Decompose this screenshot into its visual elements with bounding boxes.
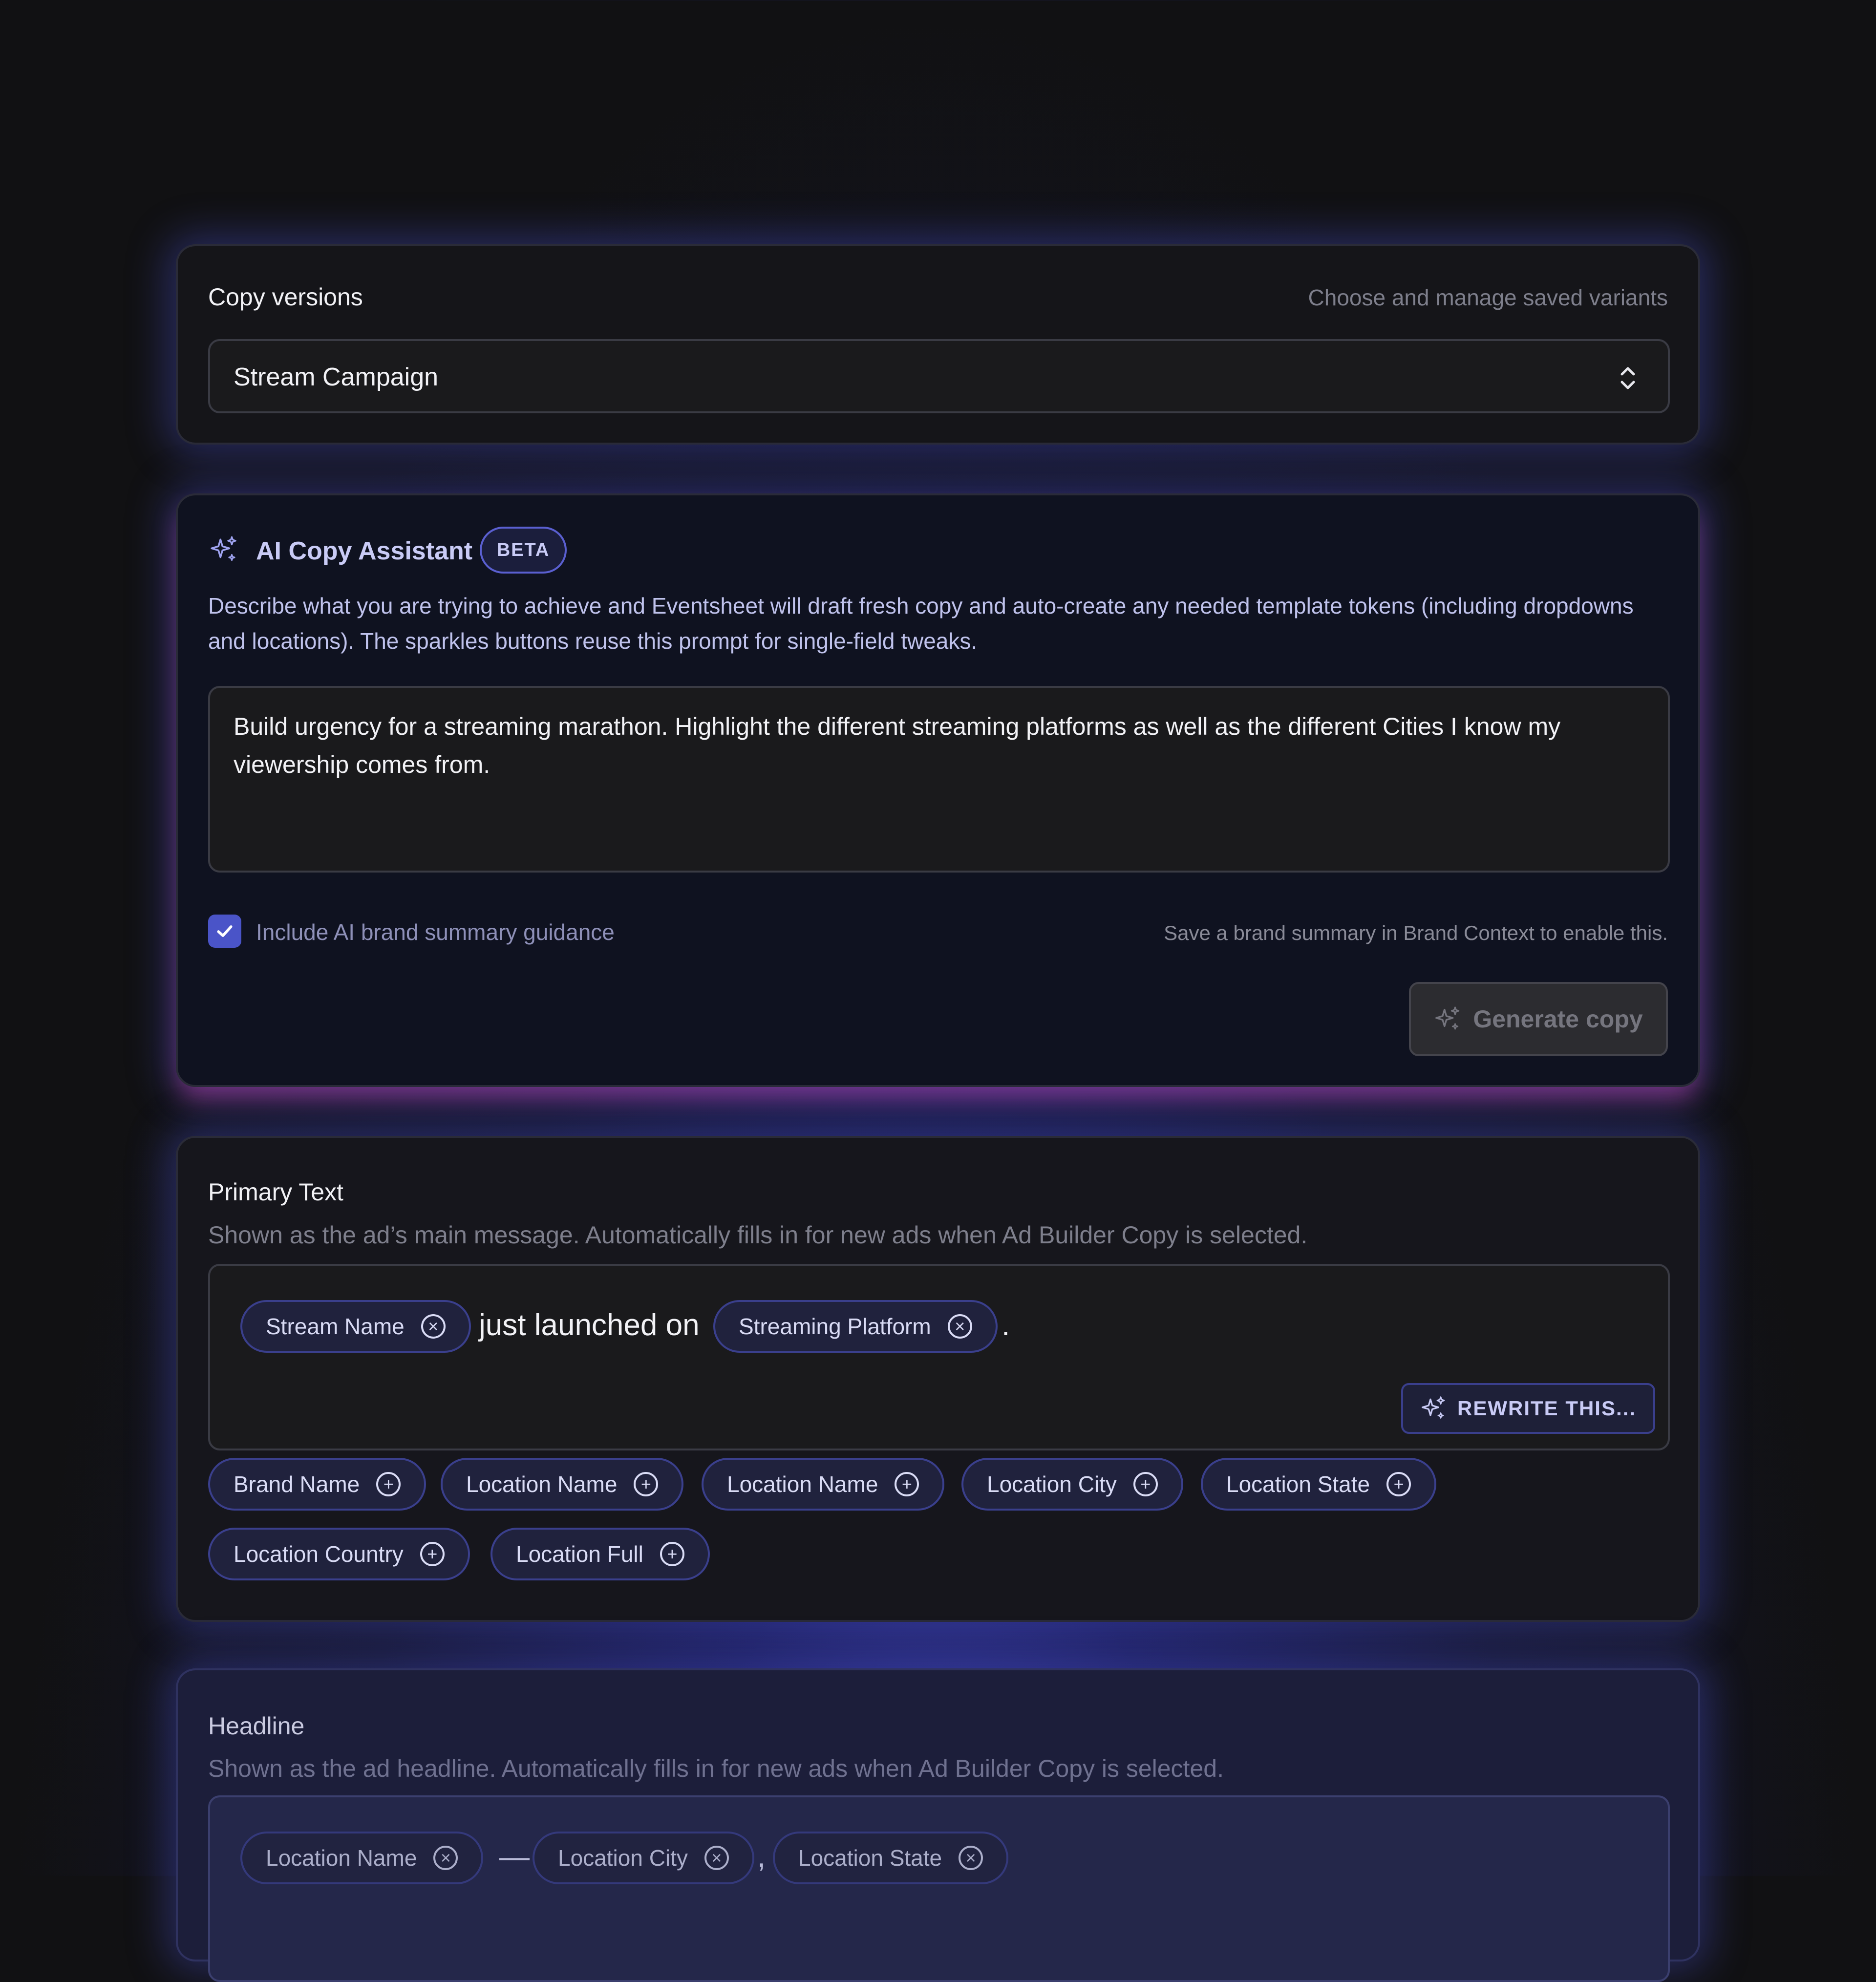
add-token-icon[interactable]: + <box>634 1472 659 1496</box>
token-label: Location State <box>798 1845 942 1871</box>
token-chip[interactable]: Location City × <box>533 1832 754 1884</box>
brand-summary-checkbox[interactable] <box>208 915 241 948</box>
headline-card: Headline Shown as the ad headline. Autom… <box>176 1668 1700 1982</box>
add-token-chip[interactable]: Location City + <box>961 1458 1183 1511</box>
add-token-icon[interactable]: + <box>895 1472 919 1496</box>
primary-text-description: Shown as the ad’s main message. Automati… <box>208 1221 1308 1249</box>
generate-copy-button[interactable]: Generate copy <box>1409 982 1668 1056</box>
remove-token-icon[interactable]: × <box>947 1314 972 1339</box>
token-label: Location Name <box>466 1471 618 1497</box>
assistant-title: AI Copy Assistant <box>256 537 473 565</box>
checkmark-icon <box>217 925 233 937</box>
primary-text-title: Primary Text <box>208 1178 343 1206</box>
remove-token-icon[interactable]: × <box>704 1846 729 1870</box>
headline-description: Shown as the ad headline. Automatically … <box>208 1755 1224 1782</box>
assistant-description-line: and locations). The sparkles buttons reu… <box>208 628 978 654</box>
add-token-chip[interactable]: Location State + <box>1201 1458 1437 1511</box>
token-chip[interactable]: Streaming Platform × <box>713 1300 998 1353</box>
headline-title: Headline <box>208 1712 305 1740</box>
add-token-icon[interactable]: + <box>420 1542 445 1566</box>
ai-copy-assistant-card: AI Copy Assistant BETA Describe what you… <box>176 493 1700 1087</box>
add-token-chip[interactable]: Location Country + <box>208 1528 470 1580</box>
headline-editor[interactable]: Location Name × — Location City × , Loca… <box>208 1795 1670 1982</box>
token-chip[interactable]: Location Name × <box>240 1832 484 1884</box>
copy-version-select[interactable]: Stream Campaign <box>208 339 1670 413</box>
copy-versions-hint: Choose and manage saved variants <box>1308 285 1668 310</box>
prompt-text: Build urgency for a streaming marathon. … <box>234 707 1560 784</box>
sparkles-icon <box>1422 1396 1445 1419</box>
add-token-icon[interactable]: + <box>1133 1472 1158 1496</box>
prompt-text-line: viewership comes from. <box>234 751 490 778</box>
add-token-icon[interactable]: + <box>660 1542 684 1566</box>
assistant-description: Describe what you are trying to achieve … <box>208 588 1674 659</box>
primary-text-card: Primary Text Shown as the ad’s main mess… <box>176 1136 1700 1622</box>
editor-text: , <box>757 1840 766 1874</box>
token-label: Brand Name <box>234 1471 360 1497</box>
add-token-chip[interactable]: Location Full + <box>490 1528 710 1580</box>
beta-badge: BETA <box>480 527 567 574</box>
token-chip[interactable]: Stream Name × <box>240 1300 471 1353</box>
rewrite-button[interactable]: REWRITE THIS... <box>1401 1383 1655 1434</box>
token-label: Location Name <box>266 1845 417 1871</box>
assistant-description-line: Describe what you are trying to achieve … <box>208 593 1634 618</box>
token-label: Stream Name <box>266 1314 405 1339</box>
copy-version-selected: Stream Campaign <box>234 363 439 391</box>
primary-text-editor[interactable]: Stream Name × just launched on Streaming… <box>208 1264 1670 1450</box>
brand-summary-label: Include AI brand summary guidance <box>256 919 615 945</box>
token-label: Location Name <box>727 1471 878 1497</box>
token-label: Location Full <box>516 1541 643 1567</box>
remove-token-icon[interactable]: × <box>959 1846 983 1870</box>
copy-versions-title: Copy versions <box>208 283 363 311</box>
add-token-chip[interactable]: Location Name + <box>441 1458 684 1511</box>
prompt-textarea[interactable]: Build urgency for a streaming marathon. … <box>208 686 1670 873</box>
sparkles-icon <box>211 536 236 561</box>
add-token-chip[interactable]: Brand Name + <box>208 1458 426 1511</box>
add-token-icon[interactable]: + <box>1386 1472 1411 1496</box>
generate-copy-label: Generate copy <box>1473 1005 1643 1033</box>
rewrite-label: REWRITE THIS... <box>1457 1397 1636 1420</box>
editor-text: — <box>499 1840 530 1874</box>
sparkles-icon <box>1435 1006 1460 1030</box>
prompt-text-line: Build urgency for a streaming marathon. … <box>234 713 1561 740</box>
editor-text: just launched on <box>479 1308 700 1342</box>
token-label: Location State <box>1226 1471 1370 1497</box>
copy-versions-card: Copy versions Choose and manage saved va… <box>176 244 1700 445</box>
remove-token-icon[interactable]: × <box>421 1314 446 1339</box>
token-label: Location Country <box>234 1541 404 1567</box>
editor-text: . <box>1002 1308 1010 1342</box>
brand-summary-hint: Save a brand summary in Brand Context to… <box>1164 921 1668 944</box>
token-chip[interactable]: Location State × <box>773 1832 1009 1884</box>
add-token-icon[interactable]: + <box>376 1472 401 1496</box>
token-label: Location City <box>987 1471 1117 1497</box>
token-label: Streaming Platform <box>739 1314 931 1339</box>
add-token-chip[interactable]: Location Name + <box>702 1458 945 1511</box>
select-chevrons-icon <box>1620 367 1635 389</box>
remove-token-icon[interactable]: × <box>433 1846 458 1870</box>
token-label: Location City <box>558 1845 688 1871</box>
